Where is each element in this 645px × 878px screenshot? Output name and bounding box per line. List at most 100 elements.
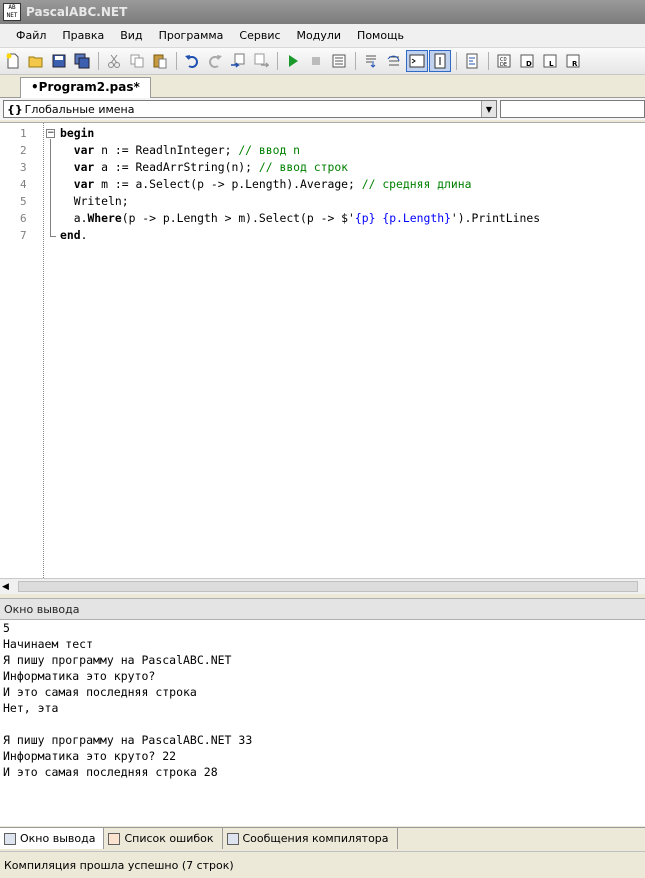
scope-dropdown[interactable]: {} Глобальные имена ▼ [3, 100, 497, 118]
code-line[interactable]: var a := ReadArrString(n); // ввод строк [60, 159, 645, 176]
code-line[interactable]: var n := ReadlnInteger; // ввод n [60, 142, 645, 159]
code-comment: // средняя длина [361, 177, 472, 191]
tab-output-window[interactable]: Окно вывода [0, 828, 105, 849]
code-keyword: var [73, 160, 95, 174]
fold-toggle-icon[interactable]: − [46, 129, 55, 138]
code-keyword: begin [60, 126, 95, 140]
open-folder-icon[interactable] [25, 50, 47, 72]
toolbar-separator [98, 52, 99, 70]
scope-bar: {} Глобальные имена ▼ [0, 98, 645, 120]
toolbar-separator [488, 52, 489, 70]
step-into-icon[interactable] [360, 50, 382, 72]
code-keyword: end [60, 228, 81, 242]
copy-icon[interactable] [126, 50, 148, 72]
output-line: Я пишу программу на PascalABC.NET [3, 653, 232, 667]
tab-error-list[interactable]: Список ошибок [104, 828, 223, 849]
module-l-icon[interactable]: L [539, 50, 561, 72]
scrollbar-thumb[interactable] [18, 581, 638, 592]
step-over-icon[interactable] [383, 50, 405, 72]
module-d-icon[interactable]: D [516, 50, 538, 72]
compiler-messages-icon [226, 832, 239, 845]
code-token: Writeln; [60, 194, 129, 208]
status-bar: Компиляция прошла успешно (7 строк) [0, 851, 645, 878]
code-keyword: var [73, 177, 95, 191]
member-dropdown[interactable] [500, 100, 645, 118]
tab-program2[interactable]: •Program2.pas* [20, 77, 151, 99]
code-token: n := ReadlnInteger; [94, 143, 239, 157]
tab-label: Список ошибок [124, 832, 214, 845]
tab-label: Окно вывода [20, 832, 96, 845]
cancel-compile-icon[interactable]: C0 DE [493, 50, 515, 72]
menu-modules[interactable]: Модули [289, 29, 350, 42]
svg-text:DE: DE [500, 62, 507, 68]
code-editor[interactable]: 1 2 3 4 5 6 7 − begin var n := ReadlnInt… [0, 122, 645, 578]
code-token: m := a.Select(p -> p.Length).Average; [94, 177, 362, 191]
output-window-icon[interactable] [406, 50, 428, 72]
fold-guide-end [50, 236, 56, 237]
save-icon[interactable] [48, 50, 70, 72]
bottom-panel-tabs: Окно вывода Список ошибок Сообщения комп… [0, 827, 645, 849]
chevron-down-icon[interactable]: ▼ [481, 101, 496, 117]
code-line[interactable]: a.Where(p -> p.Length > m).Select(p -> $… [60, 210, 645, 227]
scroll-left-icon[interactable]: ◀ [2, 582, 9, 592]
save-all-icon[interactable] [71, 50, 93, 72]
svg-text:D: D [526, 60, 532, 68]
navigate-forward-icon[interactable] [250, 50, 272, 72]
new-file-icon[interactable] [2, 50, 24, 72]
module-r-icon[interactable]: R [562, 50, 584, 72]
menu-view[interactable]: Вид [112, 29, 150, 42]
line-number: 4 [20, 178, 27, 191]
paste-icon[interactable] [149, 50, 171, 72]
debug-window-icon[interactable] [328, 50, 350, 72]
text-input-icon[interactable] [429, 50, 451, 72]
toolbar-separator [176, 52, 177, 70]
code-token: . [80, 228, 88, 242]
output-window-title: Окно вывода [0, 598, 645, 620]
format-code-icon[interactable] [461, 50, 483, 72]
stop-icon[interactable] [305, 50, 327, 72]
output-window[interactable]: 5 Начинаем тест Я пишу программу на Pascal… [0, 620, 645, 826]
pascal-app-icon[interactable]: AB NET [3, 3, 21, 21]
menu-service[interactable]: Сервис [231, 29, 288, 42]
code-text-area[interactable]: begin var n := ReadlnInteger; // ввод n … [60, 125, 645, 244]
toolbar-separator [456, 52, 457, 70]
error-list-icon [108, 832, 121, 845]
redo-icon[interactable] [204, 50, 226, 72]
output-line: И это самая последняя строка 28 [3, 765, 218, 779]
menu-bar: Файл Правка Вид Программа Сервис Модули … [0, 24, 645, 48]
code-keyword: var [73, 143, 95, 157]
cut-icon[interactable] [103, 50, 125, 72]
output-line: Начинаем тест [3, 637, 94, 651]
code-line[interactable]: var m := a.Select(p -> p.Length).Average… [60, 176, 645, 193]
line-number: 5 [20, 195, 27, 208]
line-number-gutter: 1 2 3 4 5 6 7 [0, 123, 44, 578]
code-comment: // ввод n [238, 143, 301, 157]
code-line[interactable]: end. [60, 227, 645, 244]
line-number: 7 [20, 229, 27, 242]
code-string: {p} {p.Length} [354, 211, 451, 225]
navigate-back-icon[interactable] [227, 50, 249, 72]
output-line: Я пишу программу на PascalABC.NET 33 [3, 733, 253, 747]
horizontal-scrollbar[interactable]: ◀ [0, 578, 645, 594]
line-number: 1 [20, 127, 27, 140]
tab-compiler-messages[interactable]: Сообщения компилятора [223, 828, 398, 849]
code-token: ').PrintLines [450, 211, 541, 225]
toolbar-separator [355, 52, 356, 70]
code-line[interactable]: Writeln; [60, 193, 645, 210]
menu-edit[interactable]: Правка [54, 29, 112, 42]
tab-label: Сообщения компилятора [242, 832, 389, 845]
run-icon[interactable] [282, 50, 304, 72]
svg-text:R: R [572, 60, 578, 68]
output-line: 5 [3, 621, 10, 635]
code-line[interactable]: begin [60, 125, 645, 142]
undo-icon[interactable] [181, 50, 203, 72]
output-line: Информатика это круто? [3, 669, 156, 683]
fold-guide-line [50, 139, 51, 236]
toolbar: C0 DE D L R [0, 48, 645, 75]
menu-help[interactable]: Помощь [349, 29, 412, 42]
menu-file[interactable]: Файл [8, 29, 54, 42]
menu-program[interactable]: Программа [151, 29, 232, 42]
